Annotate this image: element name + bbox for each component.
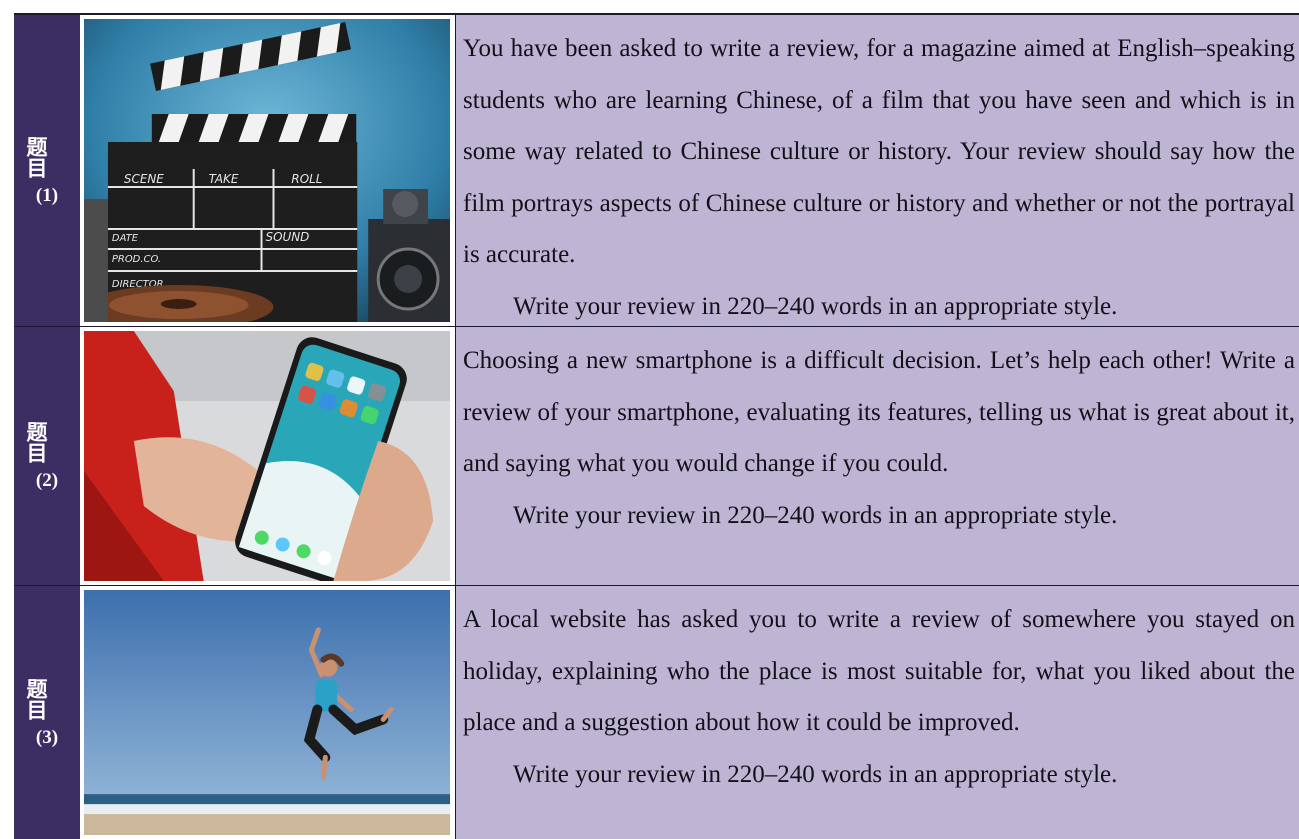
task-prompt: A local website has asked you to write a… [463, 606, 1295, 736]
task-text-3: A local website has asked you to write a… [456, 586, 1299, 839]
task-instruction: Write your review in 220–240 words in an… [513, 501, 1118, 529]
task-label-2: 题目 (2) [14, 327, 80, 585]
board-label-roll: ROLL [291, 172, 322, 186]
board-label-scene: SCENE [124, 172, 164, 186]
task-label-cn: 题目 [24, 677, 48, 720]
task-label-1: 题目 (1) [14, 15, 80, 326]
task-label-cn: 题目 [24, 421, 48, 463]
board-label-prod: PROD.CO. [112, 254, 161, 265]
clapperboard-icon: SCENE TAKE ROLL DATE SOUND PROD.CO. DIRE… [84, 19, 450, 322]
task-text-1: You have been asked to write a review, f… [456, 15, 1299, 326]
task-row-3: 题目 (3) A local website has asked you to … [14, 585, 1299, 839]
smartphone-icon [84, 331, 450, 581]
task-instruction: Write your review in 220–240 words in an… [513, 292, 1118, 320]
board-label-date: DATE [112, 233, 139, 244]
task-prompt: Choosing a new smartphone is a difficult… [463, 347, 1295, 477]
task-label-cn: 题目 [24, 135, 48, 178]
task-text-2: Choosing a new smartphone is a difficult… [456, 327, 1299, 585]
film-photo: SCENE TAKE ROLL DATE SOUND PROD.CO. DIRE… [80, 15, 456, 326]
task-row-2: 题目 (2) Choosing a new smartphone is a di… [14, 326, 1299, 585]
smartphone-photo [80, 327, 456, 585]
board-label-take: TAKE [209, 172, 239, 186]
beach-jump-icon [84, 590, 450, 835]
task-label-number: (2) [35, 470, 59, 492]
task-row-1: 题目 (1) SCENE TAKE ROLL DATE SOUND PROD.C… [14, 15, 1299, 326]
task-prompt: You have been asked to write a review, f… [463, 35, 1295, 268]
task-label-number: (3) [35, 726, 59, 748]
task-instruction: Write your review in 220–240 words in an… [513, 760, 1118, 788]
board-label-sound: SOUND [266, 230, 310, 244]
writing-tasks-table: 题目 (1) SCENE TAKE ROLL DATE SOUND PROD.C… [14, 13, 1299, 839]
task-label-number: (1) [35, 184, 59, 206]
task-label-3: 题目 (3) [14, 586, 80, 839]
beach-photo [80, 586, 456, 839]
